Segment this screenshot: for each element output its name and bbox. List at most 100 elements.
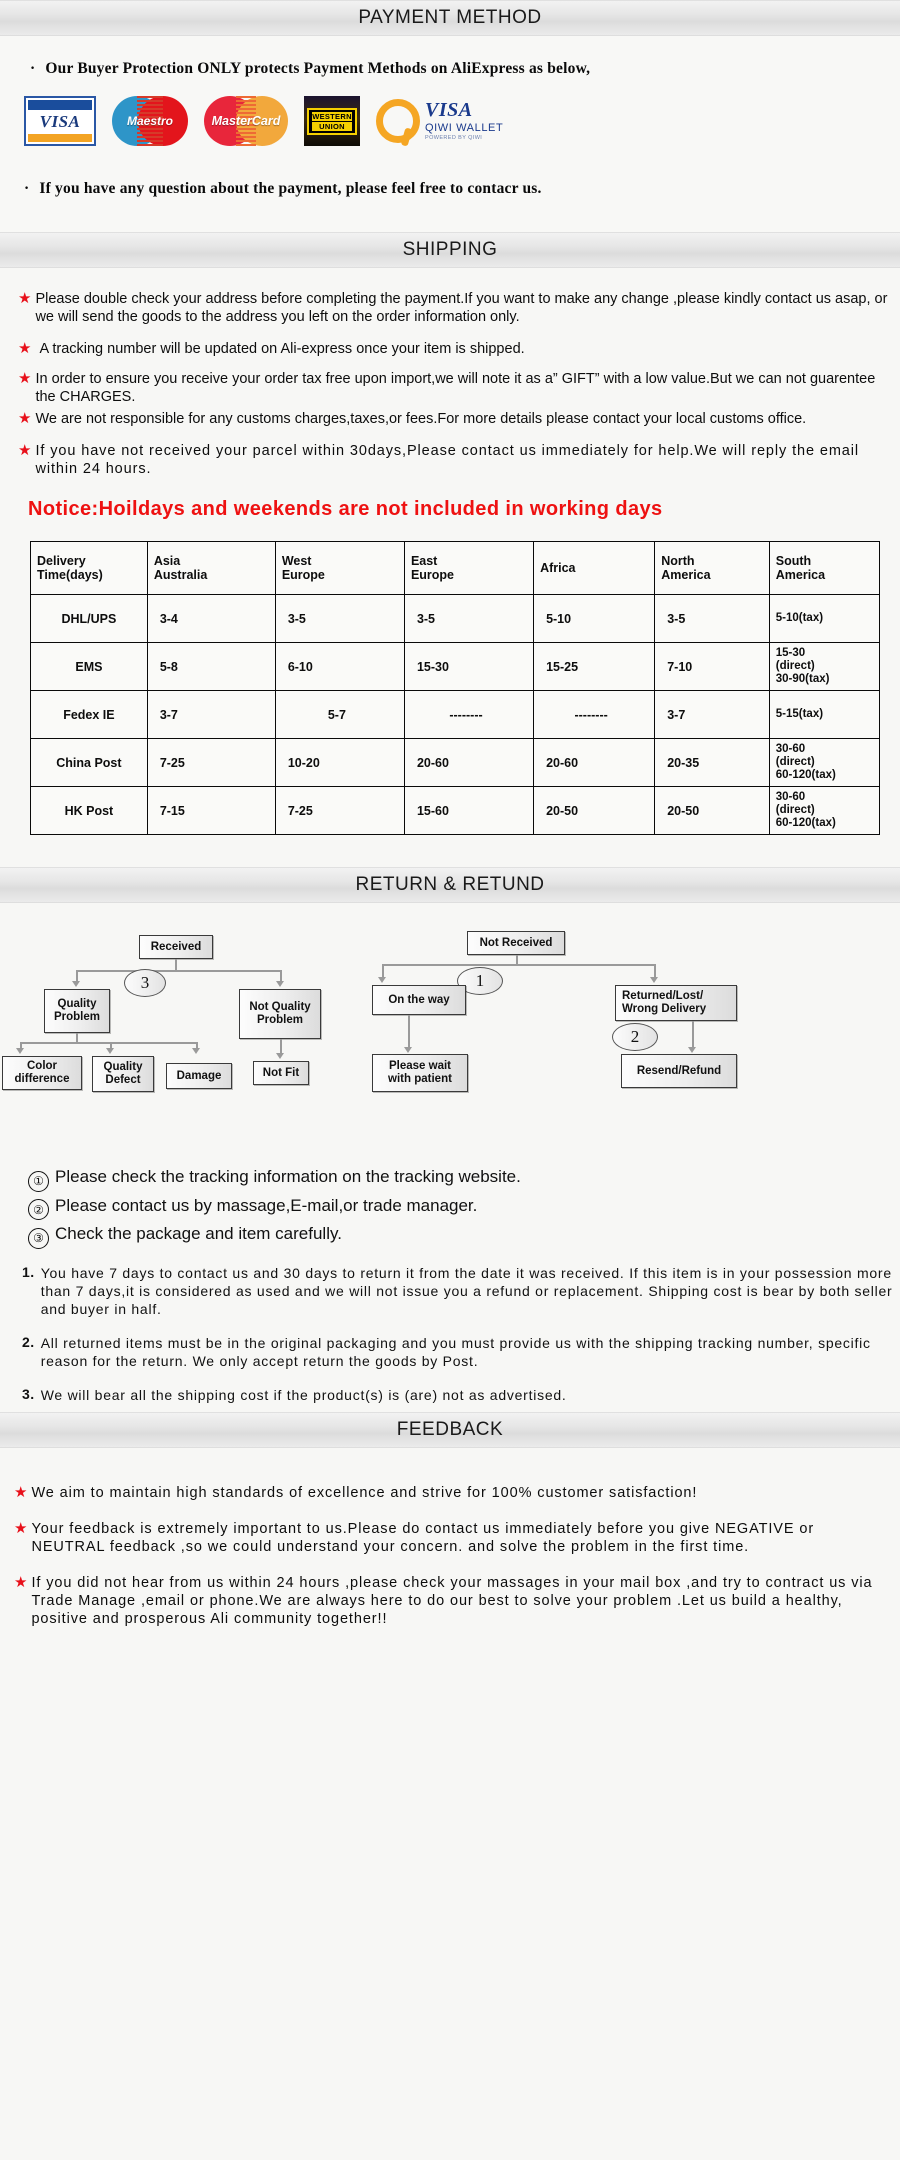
- bullet-icon-2: ·: [24, 180, 30, 197]
- star-icon: ★: [14, 1573, 28, 1591]
- flow-node-on-the-way: On the way: [372, 985, 466, 1015]
- feedback-title: FEEDBACK: [396, 1418, 504, 1440]
- table-cell: 30-60 (direct) 60-120(tax): [768, 738, 881, 787]
- flow-marker-3: 3: [124, 969, 166, 997]
- payment-method-banner: PAYMENT METHOD: [0, 0, 900, 36]
- circled-note-text: Please check the tracking information on…: [55, 1167, 521, 1186]
- table-cell: 5-10(tax): [768, 594, 881, 643]
- table-row: HK Post 7-15 7-25 15-60 20-50 20-50 30-6…: [30, 786, 881, 835]
- payment-question-line: · If you have any question about the paym…: [0, 150, 900, 232]
- circled-number-1: ①: [28, 1170, 49, 1192]
- circled-note-text: Please contact us by massage,E-mail,or t…: [55, 1195, 478, 1215]
- shipping-section: ★ Please double check your address befor…: [0, 268, 900, 867]
- feedback-banner: FEEDBACK: [0, 1411, 900, 1448]
- maestro-logo: Maestro: [112, 96, 188, 146]
- policy-number: 1.: [22, 1263, 35, 1280]
- table-col-header: South America: [768, 541, 881, 595]
- mastercard-logo: MasterCard: [204, 96, 288, 146]
- star-icon: ★: [18, 442, 32, 459]
- visa-logo-top-bar: [28, 100, 92, 110]
- bullet-icon: ·: [30, 60, 36, 77]
- table-cell: 3-4: [146, 594, 276, 643]
- table-cell: 5-15(tax): [768, 690, 881, 739]
- flow-node-not-received: Not Received: [467, 931, 565, 955]
- table-cell: 15-30: [403, 642, 535, 691]
- feedback-text: If you did not hear from us within 24 ho…: [31, 1574, 873, 1627]
- flow-line: [20, 1042, 196, 1044]
- star-icon: ★: [18, 290, 32, 307]
- qiwi-visa-wallet-logo: VISA QIWI WALLET POWERED BY QIWI: [376, 96, 503, 147]
- table-cell: 3-5: [403, 594, 535, 643]
- feedback-text: We aim to maintain high standards of exc…: [31, 1484, 698, 1501]
- flow-leaf-quality-defect: Quality Defect: [92, 1056, 154, 1092]
- flow-arrow: [72, 981, 80, 987]
- table-row-method: HK Post: [30, 786, 148, 835]
- circled-number-3: ③: [28, 1227, 49, 1249]
- table-cell: 20-60: [403, 738, 535, 787]
- flow-leaf-please-wait: Please wait with patient: [372, 1054, 468, 1092]
- feedback-item: ★ Your feedback is extremely important t…: [14, 1520, 888, 1556]
- flow-leaf-not-fit: Not Fit: [253, 1061, 309, 1085]
- policy-text: We will bear all the shipping cost if th…: [40, 1386, 567, 1403]
- table-cell: 3-5: [274, 594, 405, 643]
- return-refund-title: RETURN & RETUND: [355, 874, 545, 895]
- shipping-condition: ★ We are not responsible for any customs…: [18, 410, 888, 428]
- star-icon: ★: [18, 410, 32, 427]
- table-row-method: Fedex IE: [30, 690, 148, 739]
- table-row: Fedex IE 3-7 5-7 -------- -------- 3-7 5…: [30, 690, 881, 739]
- list-item: ① Please check the tracking information …: [28, 1167, 900, 1192]
- payment-question-text: If you have any question about the payme…: [39, 180, 542, 197]
- table-cell: 20-60: [533, 738, 656, 787]
- flow-node-quality-problem: Quality Problem: [44, 989, 110, 1033]
- table-row-method: China Post: [30, 738, 148, 787]
- table-col-header: North America: [654, 541, 770, 595]
- table-cell: 15-60: [403, 786, 535, 835]
- table-cell: 7-15: [146, 786, 276, 835]
- flow-arrow: [16, 1048, 24, 1054]
- table-cell: 20-35: [654, 738, 770, 787]
- payment-logo-row: VISA Maestro MasterCard WESTERN UNION VI…: [0, 78, 900, 150]
- shipping-title: SHIPPING: [402, 239, 498, 260]
- qiwi-visa-label: VISA: [425, 99, 473, 122]
- feedback-item: ★ We aim to maintain high standards of e…: [14, 1484, 888, 1502]
- visa-logo: VISA: [24, 96, 96, 146]
- feedback-section: ★ We aim to maintain high standards of e…: [0, 1448, 900, 1628]
- shipping-condition-text: In order to ensure you receive your orde…: [35, 371, 876, 405]
- table-cell: 10-20: [274, 738, 405, 787]
- policy-number: 3.: [22, 1385, 35, 1402]
- flow-marker-2: 2: [612, 1023, 658, 1051]
- western-union-plate: WESTERN UNION: [307, 107, 357, 135]
- return-policy-list: 1. You have 7 days to contact us and 30 …: [22, 1264, 900, 1404]
- table-cell: 15-25: [533, 642, 656, 691]
- flow-node-received: Received: [139, 935, 213, 959]
- mastercard-logo-label: MasterCard: [211, 114, 281, 128]
- flow-node-not-quality-problem: Not Quality Problem: [239, 989, 321, 1039]
- flow-node-returned-lost-wrong: Returned/Lost/ Wrong Delivery: [615, 985, 737, 1021]
- table-cell: 20-50: [654, 786, 770, 835]
- working-days-notice: Notice:Hoildays and weekends are not inc…: [28, 498, 663, 520]
- flow-arrow: [378, 977, 386, 983]
- table-body: DHL/UPS 3-4 3-5 3-5 5-10 3-5 5-10(tax) E…: [30, 594, 881, 835]
- shipping-condition-text: If you have not received your parcel wit…: [35, 443, 860, 477]
- table-cell: 3-5: [654, 594, 770, 643]
- table-cell: --------: [533, 690, 656, 739]
- western-union-label-bottom: UNION: [312, 121, 352, 131]
- table-row: DHL/UPS 3-4 3-5 3-5 5-10 3-5 5-10(tax): [30, 594, 881, 643]
- table-cell: 15-30 (direct) 30-90(tax): [768, 642, 881, 691]
- flow-arrow: [106, 1048, 114, 1054]
- flow-arrow: [404, 1047, 412, 1053]
- qiwi-text-block: VISA QIWI WALLET POWERED BY QIWI: [425, 100, 503, 142]
- table-col-header: Africa: [533, 541, 656, 595]
- payment-method-title: PAYMENT METHOD: [358, 7, 542, 28]
- flow-line: [408, 1015, 410, 1049]
- shipping-condition: ★ A tracking number will be updated on A…: [18, 340, 888, 358]
- flow-arrow: [650, 977, 658, 983]
- shipping-condition-text: A tracking number will be updated on Ali…: [39, 341, 525, 357]
- table-row-method: DHL/UPS: [30, 594, 148, 643]
- table-col-header: Asia Australia: [146, 541, 276, 595]
- table-cell: 7-25: [146, 738, 276, 787]
- qiwi-ring-icon: [376, 99, 420, 147]
- star-icon: ★: [18, 370, 32, 387]
- flow-arrow: [276, 981, 284, 987]
- return-flowchart: Received 3 Quality Problem Not Quality P…: [0, 911, 900, 1151]
